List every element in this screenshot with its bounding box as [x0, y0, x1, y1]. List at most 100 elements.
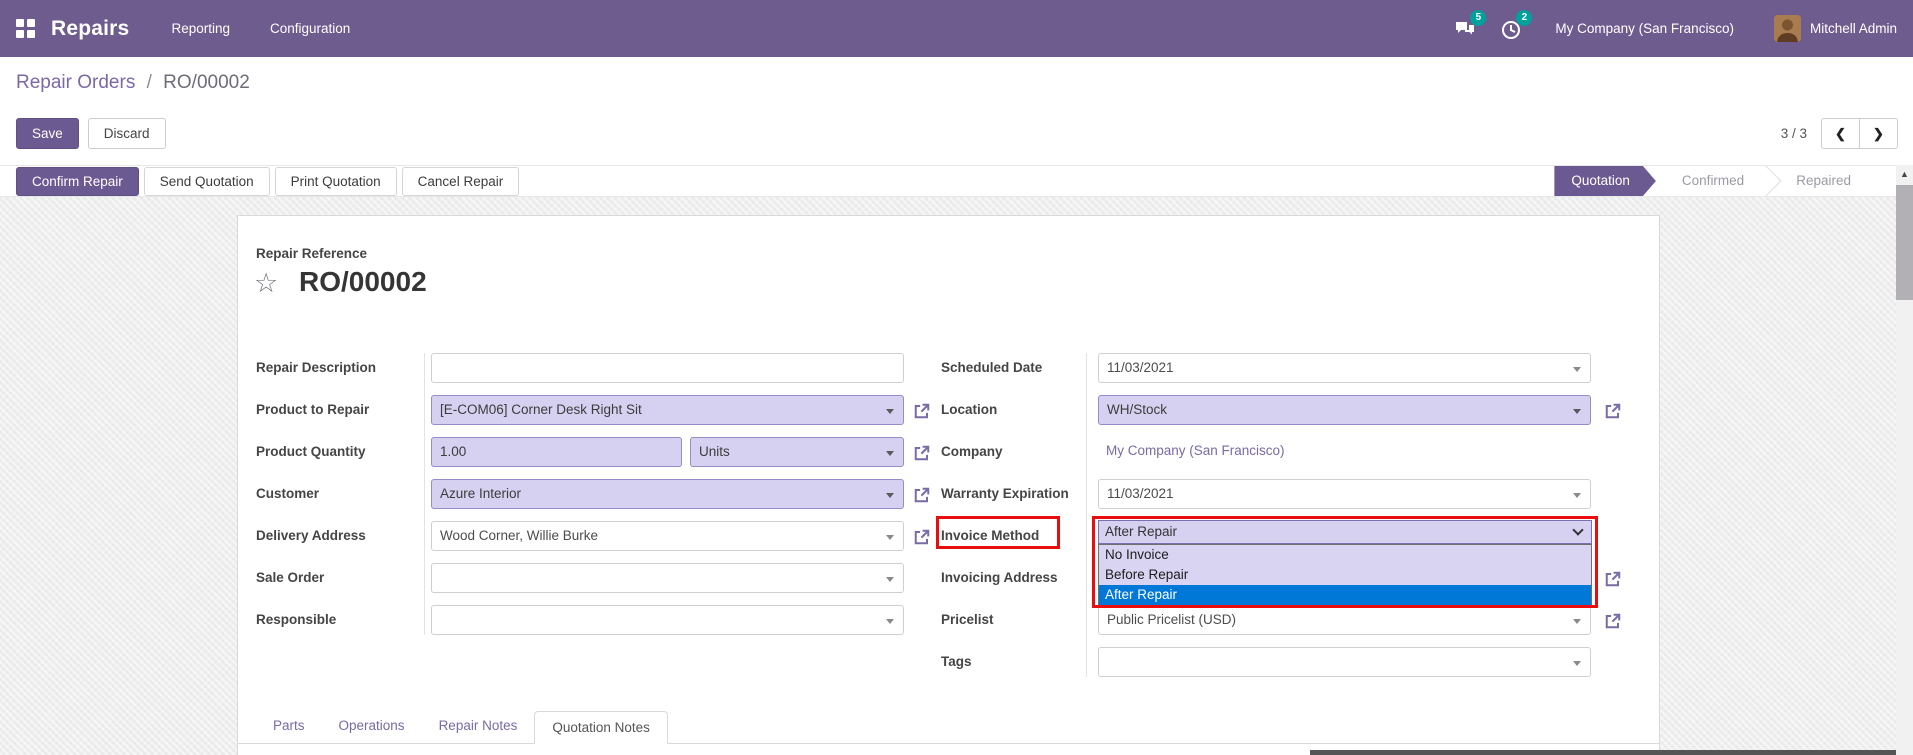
dropdown-caret-icon[interactable]: [1573, 367, 1581, 372]
responsible-label: Responsible: [256, 612, 337, 627]
user-menu[interactable]: Mitchell Admin: [1773, 15, 1897, 42]
customer-field[interactable]: Azure Interior: [431, 479, 904, 509]
column-divider: [1086, 353, 1087, 677]
sale-order-field[interactable]: [431, 563, 904, 593]
dropdown-caret-icon[interactable]: [886, 619, 894, 624]
vertical-scrollbar-thumb[interactable]: [1896, 185, 1913, 300]
save-button[interactable]: Save: [16, 118, 79, 149]
record-pager: 3 / 3 ❮ ❯: [1781, 118, 1898, 149]
external-link-icon[interactable]: [912, 527, 932, 547]
tab-repair-notes[interactable]: Repair Notes: [422, 710, 535, 743]
pager-next-button[interactable]: ❯: [1859, 118, 1898, 149]
location-label: Location: [941, 402, 998, 417]
statusbar-row: Confirm Repair Send Quotation Print Quot…: [0, 165, 1913, 197]
send-quotation-button[interactable]: Send Quotation: [143, 166, 270, 196]
external-link-icon[interactable]: [1603, 611, 1623, 631]
select-chevron-down-icon: [1572, 524, 1584, 536]
menu-reporting[interactable]: Reporting: [171, 21, 230, 36]
option-no-invoice[interactable]: No Invoice: [1099, 545, 1591, 565]
dropdown-caret-icon[interactable]: [1573, 661, 1581, 666]
tab-quotation-notes[interactable]: Quotation Notes: [534, 711, 668, 744]
tags-field[interactable]: [1098, 647, 1591, 677]
form-sheet: Repair Reference ☆ RO/00002 Repair Descr…: [237, 215, 1660, 755]
confirm-repair-button[interactable]: Confirm Repair: [16, 166, 139, 196]
breadcrumb-separator: /: [146, 72, 152, 93]
location-field[interactable]: WH/Stock: [1098, 395, 1591, 425]
tab-parts[interactable]: Parts: [256, 710, 322, 743]
messages-count-badge: 5: [1470, 9, 1487, 26]
dropdown-caret-icon[interactable]: [886, 493, 894, 498]
tab-operations[interactable]: Operations: [322, 710, 422, 743]
option-after-repair[interactable]: After Repair: [1099, 585, 1591, 605]
avatar: [1773, 15, 1801, 42]
messages-icon[interactable]: 5: [1453, 9, 1487, 41]
external-link-icon[interactable]: [912, 401, 932, 421]
vertical-scrollbar[interactable]: ▲: [1896, 165, 1913, 755]
company-value-link[interactable]: My Company (San Francisco): [1098, 437, 1591, 467]
status-step-quotation[interactable]: Quotation: [1554, 166, 1656, 196]
breadcrumb-current: RO/00002: [163, 72, 250, 93]
invoicing-address-label: Invoicing Address: [941, 570, 1058, 585]
breadcrumb-parent-link[interactable]: Repair Orders: [16, 72, 135, 93]
user-name: Mitchell Admin: [1809, 21, 1897, 36]
company-switcher[interactable]: My Company (San Francisco): [1555, 21, 1734, 36]
top-navbar: Repairs Reporting Configuration 5 2 My C…: [0, 0, 1913, 57]
scheduled-date-field[interactable]: 11/03/2021: [1098, 353, 1591, 383]
delivery-address-field[interactable]: Wood Corner, Willie Burke: [431, 521, 904, 551]
dropdown-caret-icon[interactable]: [1573, 493, 1581, 498]
pager-count: 3 / 3: [1780, 126, 1807, 141]
external-link-icon[interactable]: [1603, 569, 1623, 589]
status-step-confirmed[interactable]: Confirmed: [1656, 166, 1770, 196]
unit-of-measure-field[interactable]: Units: [690, 437, 904, 467]
reference-field-label: Repair Reference: [256, 246, 368, 261]
dropdown-caret-icon[interactable]: [1573, 409, 1581, 414]
discard-button[interactable]: Discard: [87, 118, 166, 149]
pricelist-label: Pricelist: [941, 612, 994, 627]
invoice-method-select[interactable]: After Repair: [1098, 520, 1592, 544]
print-quotation-button[interactable]: Print Quotation: [274, 166, 397, 196]
customer-label: Customer: [256, 486, 320, 501]
external-link-icon[interactable]: [1603, 401, 1623, 421]
tags-label: Tags: [941, 654, 972, 669]
company-label: Company: [941, 444, 1003, 459]
dropdown-caret-icon[interactable]: [886, 535, 894, 540]
external-link-icon[interactable]: [912, 485, 932, 505]
product-quantity-input[interactable]: 1.00: [431, 437, 682, 467]
product-quantity-label: Product Quantity: [256, 444, 366, 459]
activities-count-badge: 2: [1516, 9, 1533, 26]
product-to-repair-field[interactable]: [E-COM06] Corner Desk Right Sit: [431, 395, 904, 425]
chevron-left-icon: ❮: [1835, 125, 1846, 141]
pager-previous-button[interactable]: ❮: [1821, 118, 1860, 149]
status-step-repaired[interactable]: Repaired: [1770, 166, 1877, 196]
dropdown-caret-icon[interactable]: [886, 451, 894, 456]
app-name[interactable]: Repairs: [51, 17, 129, 41]
column-divider: [424, 353, 425, 635]
pricelist-field[interactable]: Public Pricelist (USD): [1098, 605, 1591, 635]
activities-icon[interactable]: 2: [1499, 9, 1533, 41]
option-before-repair[interactable]: Before Repair: [1099, 565, 1591, 585]
repair-order-form-view: Repairs Reporting Configuration 5 2 My C…: [0, 0, 1913, 755]
invoice-method-label: Invoice Method: [941, 528, 1040, 543]
repair-description-input[interactable]: [431, 353, 904, 383]
scheduled-date-label: Scheduled Date: [941, 360, 1043, 375]
responsible-field[interactable]: [431, 605, 904, 635]
dropdown-caret-icon[interactable]: [886, 409, 894, 414]
repair-description-label: Repair Description: [256, 360, 377, 375]
dropdown-caret-icon[interactable]: [1573, 619, 1581, 624]
cancel-repair-button[interactable]: Cancel Repair: [401, 166, 520, 196]
sale-order-label: Sale Order: [256, 570, 325, 585]
form-view-background: Repair Reference ☆ RO/00002 Repair Descr…: [0, 197, 1913, 755]
warranty-expiration-field[interactable]: 11/03/2021: [1098, 479, 1591, 509]
delivery-address-label: Delivery Address: [256, 528, 366, 543]
invoice-method-options-list: No Invoice Before Repair After Repair: [1098, 544, 1592, 605]
breadcrumb: Repair Orders / RO/00002: [16, 72, 250, 94]
notebook-tabs: Parts Operations Repair Notes Quotation …: [238, 710, 1659, 744]
external-link-icon[interactable]: [912, 443, 932, 463]
favorite-star-icon[interactable]: ☆: [254, 268, 278, 299]
scroll-up-arrow-icon[interactable]: ▲: [1896, 165, 1913, 183]
dropdown-caret-icon[interactable]: [886, 577, 894, 582]
status-steps: Quotation Confirmed Repaired: [1554, 166, 1877, 196]
menu-configuration[interactable]: Configuration: [270, 21, 350, 36]
horizontal-scrollbar-thumb[interactable]: [1310, 750, 1896, 755]
apps-menu-icon[interactable]: [16, 19, 35, 38]
